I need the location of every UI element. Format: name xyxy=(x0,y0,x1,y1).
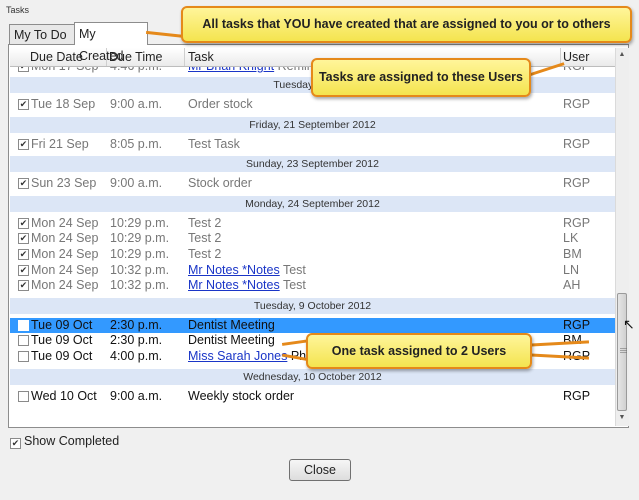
table-row[interactable]: ✔ Mon 24 Sep 10:32 p.m. Mr Notes *Notes Tes… xyxy=(10,278,615,293)
due-time-cell: 10:29 p.m. xyxy=(110,231,170,246)
task-cell: Test xyxy=(282,262,306,277)
column-header-due-date[interactable]: Due Date xyxy=(30,50,83,64)
show-completed-checkbox[interactable]: ✔ xyxy=(10,438,21,449)
user-cell: AH xyxy=(563,278,581,293)
scrollbar-thumb[interactable]: — — — xyxy=(617,293,627,411)
column-header-task[interactable]: Task xyxy=(188,50,214,64)
task-checkbox[interactable]: ✔ xyxy=(18,249,29,260)
table-row[interactable]: ✔ Sun 23 Sep 9:00 a.m. Stock order RGP xyxy=(10,176,615,191)
table-row[interactable]: ✔ Mon 24 Sep 10:29 p.m. Test 2 LK xyxy=(10,231,615,246)
group-header: Monday, 24 September 2012 xyxy=(10,195,615,212)
callout-created-tasks: All tasks that YOU have created that are… xyxy=(181,6,632,43)
due-date-cell: Tue 18 Sep xyxy=(31,97,96,111)
task-checkbox[interactable] xyxy=(18,335,29,347)
mouse-cursor-icon: ↖ xyxy=(623,316,635,332)
group-header: Sunday, 23 September 2012 xyxy=(10,156,615,173)
task-cell: Test 2 xyxy=(188,231,222,246)
due-date-cell: Mon 24 Sep xyxy=(31,247,99,261)
user-cell: RGP xyxy=(563,317,591,332)
due-date-cell: Mon 24 Sep xyxy=(31,262,99,277)
close-button[interactable]: Close xyxy=(289,459,351,481)
table-row[interactable]: ✔ Mon 24 Sep 10:29 p.m. Test 2 BM xyxy=(10,247,615,262)
show-completed-label: Show Completed xyxy=(24,434,120,448)
tab-my-to-do[interactable]: My To Do xyxy=(9,24,75,44)
due-time-cell: 9:00 a.m. xyxy=(110,97,163,111)
tab-my-created[interactable]: My Created xyxy=(74,22,148,63)
due-date-cell: Tue 09 Oct xyxy=(31,317,93,332)
task-checkbox[interactable] xyxy=(18,351,29,362)
due-time-cell: 2:30 p.m. xyxy=(110,333,163,348)
due-time-cell: 10:29 p.m. xyxy=(110,215,170,230)
task-checkbox[interactable]: ✔ xyxy=(18,178,29,190)
due-date-cell: Tue 09 Oct xyxy=(31,349,93,363)
column-header-user[interactable]: User xyxy=(563,50,589,64)
user-cell: RGP xyxy=(563,136,591,151)
due-time-cell: 10:32 p.m. xyxy=(110,278,170,293)
patient-link[interactable]: Mr Notes *Notes xyxy=(188,278,280,292)
task-cell: Test 2 xyxy=(188,247,222,261)
table-row[interactable]: ✔ Fri 21 Sep 8:05 p.m. Test Task RGP xyxy=(10,137,615,152)
user-cell: BM xyxy=(563,247,582,261)
task-checkbox[interactable]: ✔ xyxy=(18,99,29,110)
task-checkbox[interactable]: ✔ xyxy=(18,264,29,276)
task-checkbox[interactable]: ✔ xyxy=(18,233,29,245)
table-row[interactable]: Tue 09 Oct 2:30 p.m. Dentist Meeting RGP xyxy=(10,317,615,333)
due-time-cell: 2:30 p.m. xyxy=(110,317,163,332)
table-row[interactable]: Wed 10 Oct 9:00 a.m. Weekly stock order RGP xyxy=(10,389,615,404)
due-date-cell: Wed 10 Oct xyxy=(31,388,97,403)
task-cell: Stock order xyxy=(188,176,252,191)
user-cell: RGP xyxy=(563,176,591,191)
user-cell: RGP xyxy=(563,388,591,403)
task-cell: Dentist Meeting xyxy=(188,333,275,348)
due-time-cell: 4:00 p.m. xyxy=(110,349,163,363)
due-time-cell: 8:05 p.m. xyxy=(110,136,163,151)
due-time-cell: 9:00 a.m. xyxy=(110,176,163,191)
table-row[interactable]: ✔ Mon 24 Sep 10:29 p.m. Test 2 RGP xyxy=(10,216,615,231)
task-cell: Test Task xyxy=(188,136,240,151)
task-checkbox[interactable]: ✔ xyxy=(18,217,29,229)
table-row[interactable]: ✔ Tue 18 Sep 9:00 a.m. Order stock RGP xyxy=(10,97,615,112)
window-title: Tasks xyxy=(6,5,30,15)
due-date-cell: Mon 24 Sep xyxy=(31,231,99,246)
due-date-cell: Fri 21 Sep xyxy=(31,136,89,151)
table-row[interactable]: ✔ Mon 24 Sep 10:32 p.m. Mr Notes *Notes Tes… xyxy=(10,263,615,278)
task-list[interactable]: Due Date Due Time Task User ✔ Mon 17 Sep… xyxy=(10,48,615,426)
due-time-cell: 9:00 a.m. xyxy=(110,388,163,403)
group-header: Tuesday, 9 October 2012 xyxy=(10,297,615,314)
user-cell: LK xyxy=(563,231,579,246)
task-cell: Test xyxy=(282,278,306,293)
task-checkbox[interactable]: ✔ xyxy=(18,138,29,150)
due-time-cell: 10:32 p.m. xyxy=(110,262,170,277)
patient-link[interactable]: Mr Notes *Notes xyxy=(188,263,280,277)
due-date-cell: Mon 24 Sep xyxy=(31,278,99,293)
user-cell: RGP xyxy=(563,215,591,230)
task-checkbox[interactable]: ✔ xyxy=(18,280,29,292)
due-date-cell: Sun 23 Sep xyxy=(31,176,97,191)
show-completed-option[interactable]: ✔ Show Completed xyxy=(10,434,119,449)
callout-two-users: One task assigned to 2 Users xyxy=(306,333,532,369)
patient-link[interactable]: Miss Sarah Jones xyxy=(188,349,287,363)
group-header: Friday, 21 September 2012 xyxy=(10,116,615,133)
task-cell: Order stock xyxy=(188,97,253,111)
scroll-up-arrow-icon[interactable]: ▲ xyxy=(617,50,627,60)
group-header: Wednesday, 10 October 2012 xyxy=(10,368,615,385)
task-checkbox[interactable] xyxy=(18,319,29,331)
due-date-cell: Mon 24 Sep xyxy=(31,215,99,230)
scroll-down-arrow-icon[interactable]: ▼ xyxy=(617,413,627,423)
callout-users: Tasks are assigned to these Users xyxy=(311,58,531,97)
user-cell: RGP xyxy=(563,97,591,111)
task-cell: Dentist Meeting xyxy=(188,317,275,332)
due-date-cell: Tue 09 Oct xyxy=(31,333,93,348)
user-cell: LN xyxy=(563,262,579,277)
due-time-cell: 10:29 p.m. xyxy=(110,247,170,261)
task-cell: Test 2 xyxy=(188,215,222,230)
task-cell: Weekly stock order xyxy=(188,388,295,403)
task-checkbox[interactable] xyxy=(18,390,29,402)
